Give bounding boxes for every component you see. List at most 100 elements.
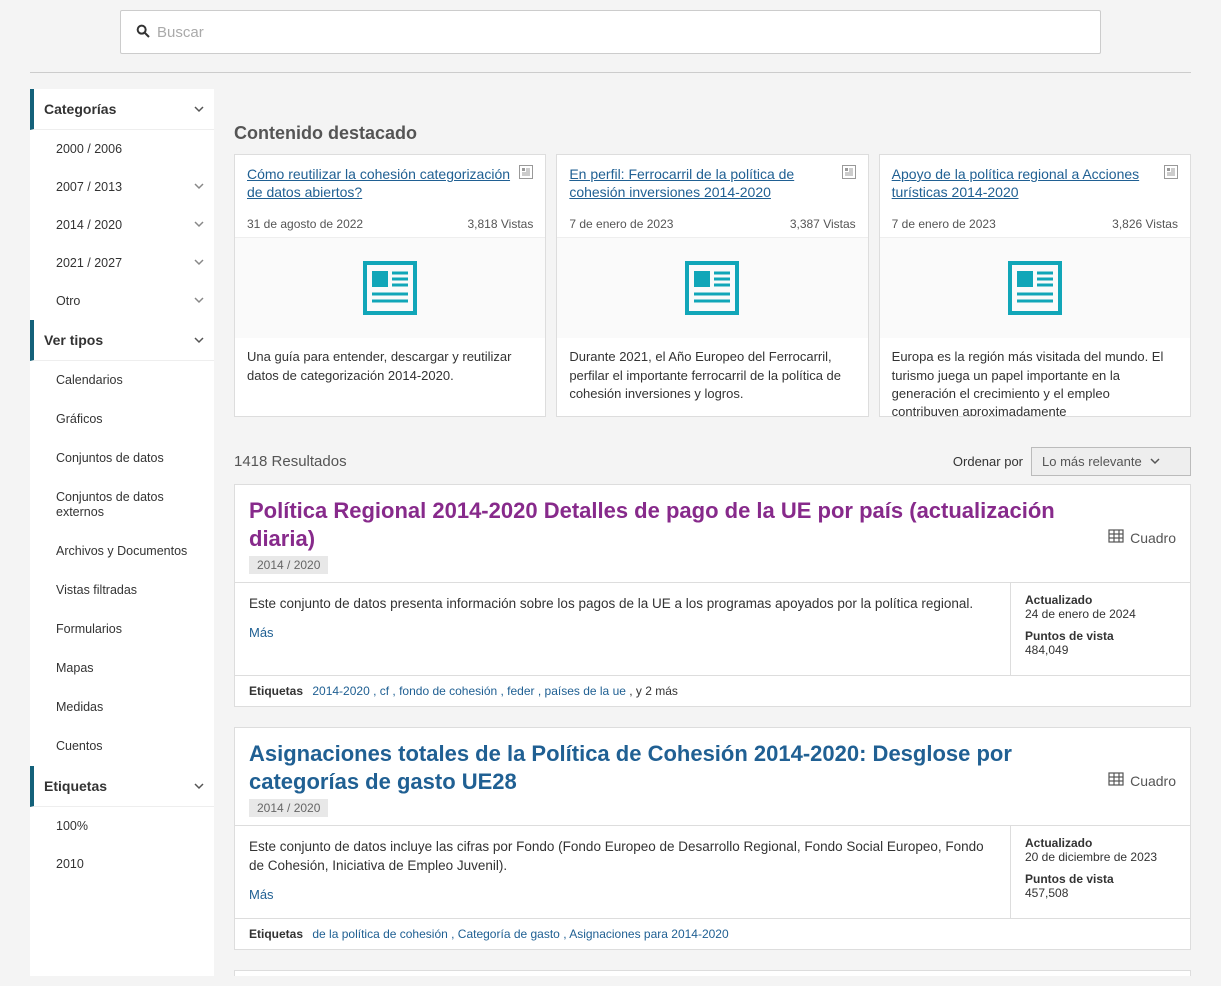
sidebar-item-viewtype[interactable]: Mapas <box>30 649 214 688</box>
sidebar-item-label: Formularios <box>56 622 122 637</box>
featured-card-title[interactable]: Apoyo de la política regional a Acciones… <box>892 165 1158 201</box>
sidebar-item-label: Archivos y Documentos <box>56 544 187 559</box>
sidebar-item-label: 2010 <box>56 857 84 871</box>
sidebar-item-category[interactable]: 2000 / 2006 <box>30 130 214 168</box>
sidebar-item-category[interactable]: Otro <box>30 282 214 320</box>
main-content: Contenido destacado Cómo reutilizar la c… <box>234 89 1191 976</box>
result-meta: Actualizado20 de diciembre de 2023Puntos… <box>1010 826 1190 918</box>
chevron-down-icon <box>194 218 204 232</box>
sidebar-item-label: Vistas filtradas <box>56 583 137 598</box>
sidebar-item-viewtype[interactable]: Conjuntos de datos externos <box>30 478 214 532</box>
sort-label: Ordenar por <box>953 454 1023 469</box>
chevron-down-icon <box>194 294 204 308</box>
featured-heading: Contenido destacado <box>234 123 1191 144</box>
featured-card-thumbnail <box>557 238 867 338</box>
sidebar-item-label: Medidas <box>56 700 103 715</box>
tag-link[interactable]: 2014-2020 , cf , fondo de cohesión , fed… <box>312 684 626 698</box>
story-type-icon <box>519 165 533 179</box>
sidebar-item-label: 2021 / 2027 <box>56 256 122 270</box>
sidebar-item-label: Otro <box>56 294 80 308</box>
featured-card[interactable]: Cómo reutilizar la cohesión categorizaci… <box>234 154 546 417</box>
sidebar-item-viewtype[interactable]: Calendarios <box>30 361 214 400</box>
search-bar-area <box>30 10 1191 73</box>
featured-card-views: 3,826 Vistas <box>1112 217 1178 231</box>
sidebar-item-category[interactable]: 2007 / 2013 <box>30 168 214 206</box>
result-title[interactable]: Política Regional 2014-2020 Detalles de … <box>249 497 1088 552</box>
search-input[interactable] <box>157 24 1092 41</box>
sidebar-item-viewtype[interactable]: Conjuntos de datos <box>30 439 214 478</box>
sidebar: Categorías 2000 / 2006 2007 / 2013 2014 / … <box>30 89 214 976</box>
sidebar-item-label: 100% <box>56 819 88 833</box>
result-type: Cuadro <box>1108 740 1176 817</box>
table-icon <box>1108 528 1124 547</box>
chevron-down-icon <box>194 256 204 270</box>
featured-card[interactable]: Apoyo de la política regional a Acciones… <box>879 154 1191 417</box>
result-meta: Actualizado24 de enero de 2024Puntos de … <box>1010 583 1190 675</box>
result-category-badge[interactable]: 2014 / 2020 <box>249 799 328 817</box>
featured-card[interactable]: En perfil: Ferrocarril de la política de… <box>556 154 868 417</box>
result-card: Asignaciones totales de la Política de C… <box>234 727 1191 950</box>
result-description: Este conjunto de datos presenta informac… <box>249 595 996 614</box>
chevron-down-icon <box>194 101 204 117</box>
result-type: Cuadro <box>1108 497 1176 574</box>
sidebar-header-tags[interactable]: Etiquetas <box>30 766 214 807</box>
result-card: Política Regional 2014-2020 Detalles de … <box>234 484 1191 707</box>
sidebar-header-viewtypes[interactable]: Ver tipos <box>30 320 214 361</box>
sidebar-header-label: Etiquetas <box>44 778 107 794</box>
sidebar-item-tag[interactable]: 2010 <box>30 845 214 883</box>
featured-card-thumbnail <box>880 238 1190 338</box>
sidebar-item-viewtype[interactable]: Vistas filtradas <box>30 571 214 610</box>
more-link[interactable]: Más <box>249 886 274 904</box>
result-title[interactable]: Asignaciones totales de la Política de C… <box>249 740 1088 795</box>
sidebar-header-categories[interactable]: Categorías <box>30 89 214 130</box>
sidebar-item-viewtype[interactable]: Medidas <box>30 688 214 727</box>
sidebar-item-label: Calendarios <box>56 373 123 388</box>
chevron-down-icon <box>1150 454 1160 469</box>
sidebar-item-category[interactable]: 2014 / 2020 <box>30 206 214 244</box>
featured-card-title[interactable]: En perfil: Ferrocarril de la política de… <box>569 165 835 201</box>
sidebar-header-label: Categorías <box>44 101 116 117</box>
sidebar-item-label: Gráficos <box>56 412 103 427</box>
story-type-icon <box>1164 165 1178 179</box>
featured-card-title[interactable]: Cómo reutilizar la cohesión categorizaci… <box>247 165 513 201</box>
sidebar-item-label: Mapas <box>56 661 94 676</box>
search-box[interactable] <box>120 10 1101 54</box>
featured-card-thumbnail <box>235 238 545 338</box>
sidebar-item-viewtype[interactable]: Archivos y Documentos <box>30 532 214 571</box>
result-description: Este conjunto de datos incluye las cifra… <box>249 838 996 876</box>
tag-link[interactable]: de la política de cohesión , Categoría d… <box>312 927 728 941</box>
sidebar-item-label: 2014 / 2020 <box>56 218 122 232</box>
featured-card-date: 31 de agosto de 2022 <box>247 217 363 231</box>
sidebar-item-label: Conjuntos de datos externos <box>56 490 204 520</box>
more-link[interactable]: Más <box>249 624 274 642</box>
featured-card-description: Europa es la región más visitada del mun… <box>880 338 1190 416</box>
sidebar-item-viewtype[interactable]: Gráficos <box>30 400 214 439</box>
featured-card-views: 3,387 Vistas <box>790 217 856 231</box>
sidebar-item-label: 2007 / 2013 <box>56 180 122 194</box>
featured-card-views: 3,818 Vistas <box>468 217 534 231</box>
sidebar-item-viewtype[interactable]: Formularios <box>30 610 214 649</box>
table-icon <box>1108 771 1124 790</box>
results-count: 1418 Resultados <box>234 453 347 470</box>
story-type-icon <box>842 165 856 179</box>
sort-dropdown[interactable]: Lo más relevante <box>1031 447 1191 476</box>
sidebar-header-label: Ver tipos <box>44 332 103 348</box>
result-tags: Etiquetas 2014-2020 , cf , fondo de cohe… <box>235 675 1190 706</box>
sidebar-item-viewtype[interactable]: Cuentos <box>30 727 214 766</box>
result-tags: Etiquetas de la política de cohesión , C… <box>235 918 1190 949</box>
sort-value: Lo más relevante <box>1042 454 1142 469</box>
chevron-down-icon <box>194 332 204 348</box>
featured-card-description: Durante 2021, el Año Europeo del Ferroca… <box>557 338 867 416</box>
sidebar-item-label: Cuentos <box>56 739 103 754</box>
featured-card-description: Una guía para entender, descargar y reut… <box>235 338 545 416</box>
sidebar-item-tag[interactable]: 100% <box>30 807 214 845</box>
featured-card-date: 7 de enero de 2023 <box>892 217 996 231</box>
featured-card-date: 7 de enero de 2023 <box>569 217 673 231</box>
chevron-down-icon <box>194 778 204 794</box>
result-category-badge[interactable]: 2014 / 2020 <box>249 556 328 574</box>
sidebar-item-label: 2000 / 2006 <box>56 142 122 156</box>
result-card-partial <box>234 970 1191 976</box>
sidebar-item-label: Conjuntos de datos <box>56 451 164 466</box>
sidebar-item-category[interactable]: 2021 / 2027 <box>30 244 214 282</box>
search-icon <box>129 23 157 42</box>
